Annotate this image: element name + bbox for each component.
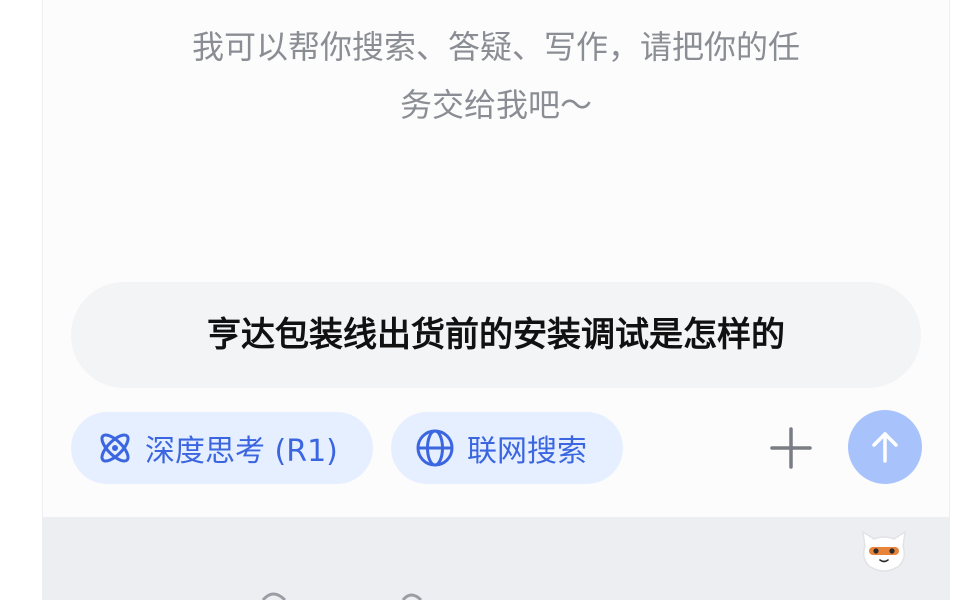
globe-icon	[416, 429, 454, 467]
arrow-up-icon	[872, 432, 898, 463]
mascot-icon[interactable]	[859, 528, 909, 574]
deep-think-label: 深度思考 (R1)	[145, 434, 338, 469]
chat-input-text[interactable]: 亨达包装线出货前的安装调试是怎样的	[71, 282, 921, 388]
deep-think-button[interactable]: 深度思考 (R1)	[71, 412, 373, 484]
chat-input[interactable]: 亨达包装线出货前的安装调试是怎样的	[71, 282, 921, 388]
welcome-line-1: 我可以帮你搜索、答疑、写作，请把你的任	[191, 28, 800, 66]
footer-partial-content	[261, 592, 423, 600]
web-search-button[interactable]: 联网搜索	[391, 412, 623, 484]
send-button[interactable]	[848, 410, 922, 484]
atom-icon	[100, 433, 130, 463]
web-search-label: 联网搜索	[467, 434, 587, 469]
plus-icon[interactable]	[769, 426, 813, 470]
footer-bar	[43, 517, 949, 600]
chat-panel: 我可以帮你搜索、答疑、写作，请把你的任 务交给我吧～ 亨达包装线出货前的安装调试…	[42, 0, 950, 600]
welcome-message: 我可以帮你搜索、答疑、写作，请把你的任 务交给我吧～	[43, 18, 949, 134]
welcome-line-2: 务交给我吧～	[399, 86, 592, 124]
